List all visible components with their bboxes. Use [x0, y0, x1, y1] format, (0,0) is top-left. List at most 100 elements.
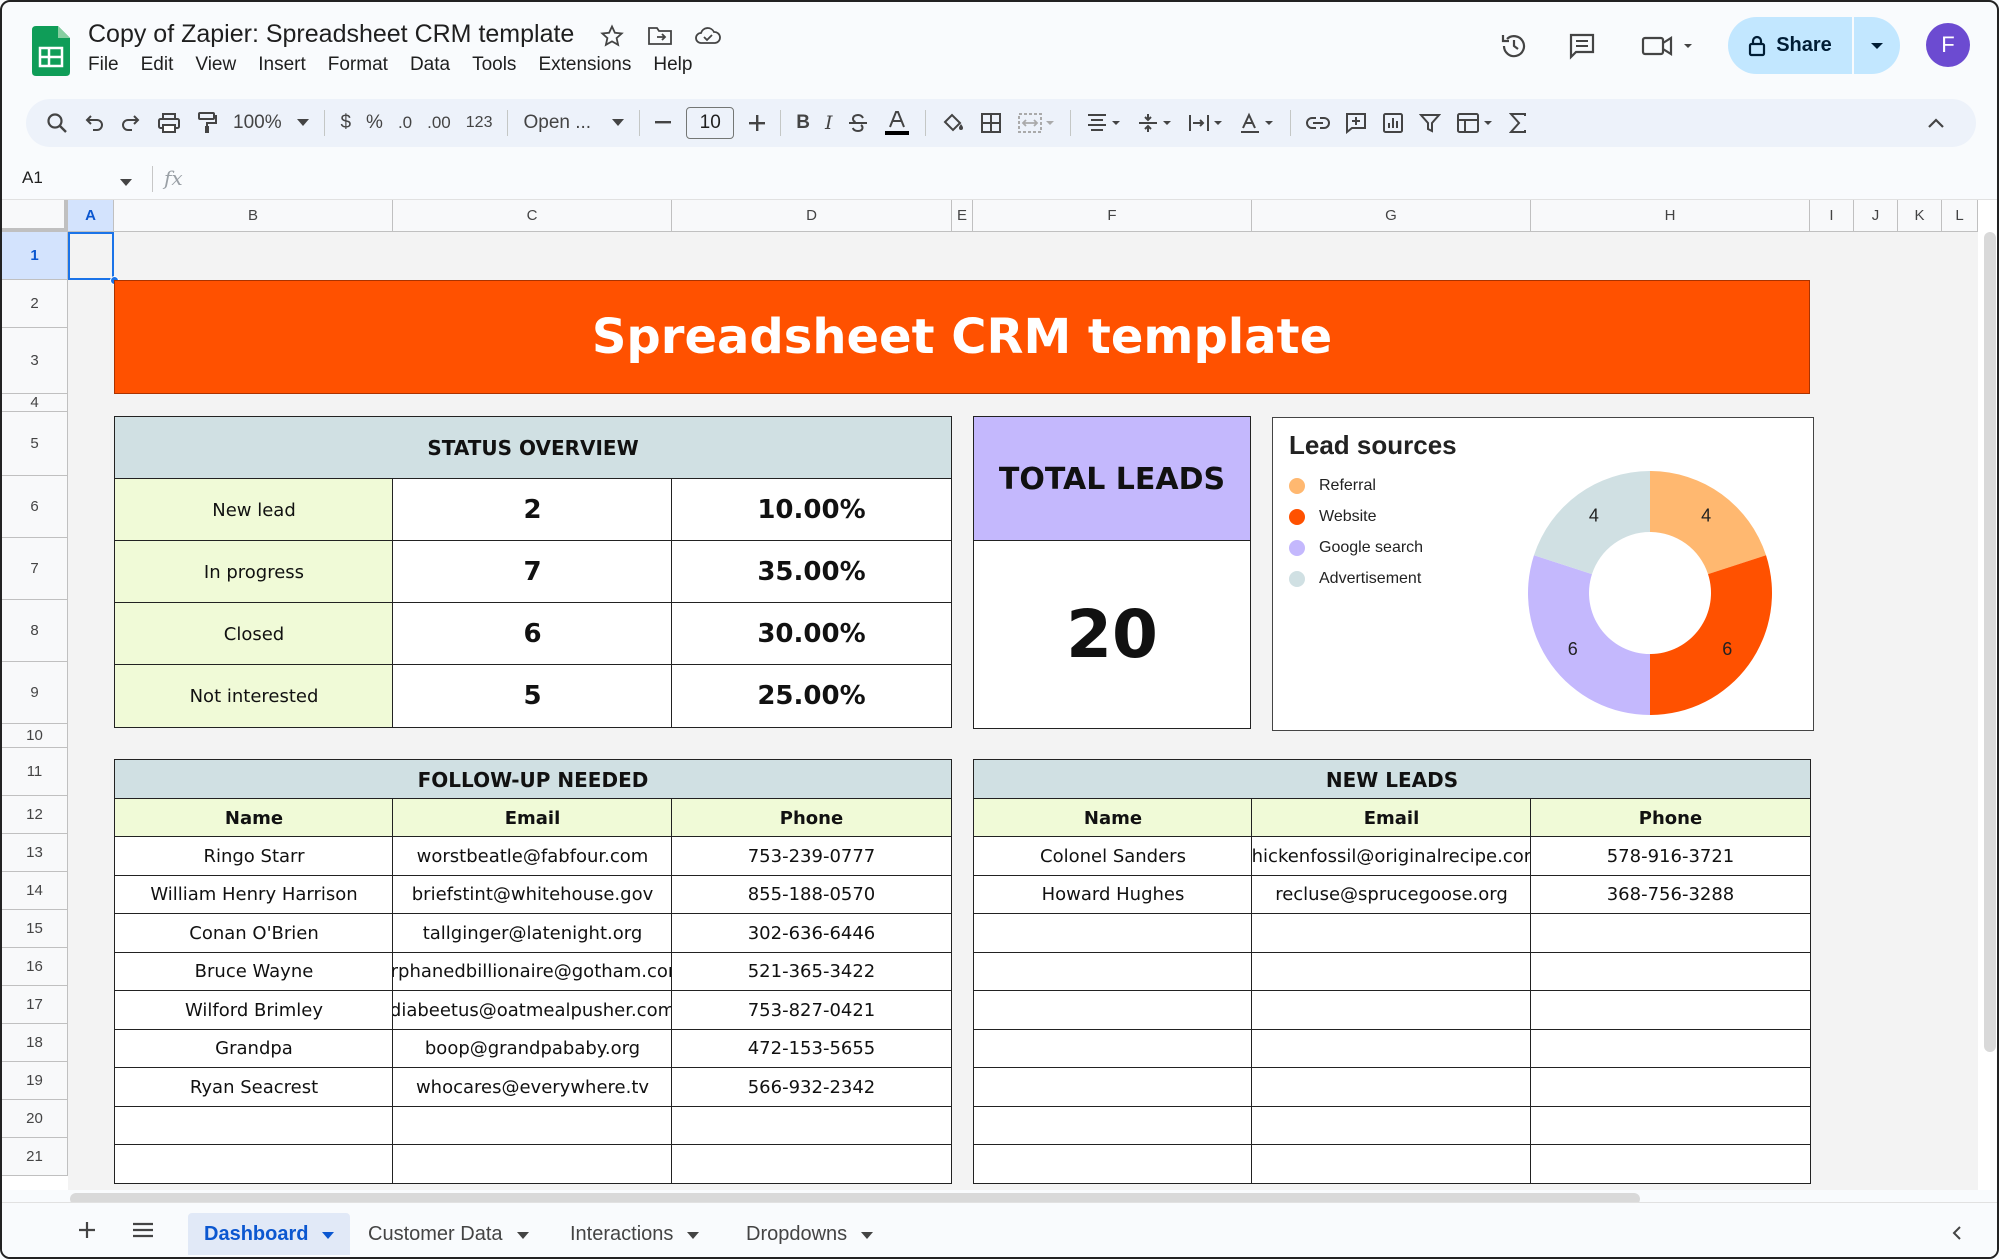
table-cell[interactable]: 302-636-6446	[671, 913, 952, 953]
text-wrapping-icon[interactable]	[1188, 99, 1224, 147]
more-formats-button[interactable]: 123	[466, 99, 493, 147]
decrease-font-size-icon[interactable]	[655, 99, 672, 147]
empty-cell[interactable]	[973, 913, 1253, 953]
currency-format-button[interactable]: $	[340, 99, 351, 147]
font-select[interactable]: Open ...	[523, 99, 625, 147]
meet-icon[interactable]	[1638, 28, 1698, 64]
empty-cell[interactable]	[973, 951, 1253, 992]
sheet-tab[interactable]: Interactions	[570, 1213, 700, 1255]
row-header[interactable]: 7	[2, 538, 68, 600]
empty-cell[interactable]	[1530, 990, 1811, 1030]
row-header[interactable]: 11	[2, 748, 68, 796]
row-header[interactable]: 19	[2, 1062, 68, 1100]
horizontal-align-icon[interactable]	[1086, 99, 1122, 147]
column-header[interactable]: F	[973, 200, 1252, 232]
menu-file[interactable]: File	[88, 54, 119, 76]
table-cell[interactable]: boop@grandpababy.org	[392, 1028, 673, 1069]
table-cell[interactable]: 855-188-0570	[671, 874, 952, 915]
column-header[interactable]: J	[1854, 200, 1898, 232]
menu-help[interactable]: Help	[653, 54, 692, 76]
column-header[interactable]: I	[1810, 200, 1854, 232]
empty-cell[interactable]	[392, 1105, 673, 1146]
empty-cell[interactable]	[1530, 913, 1811, 953]
row-header[interactable]: 17	[2, 986, 68, 1024]
vertical-align-icon[interactable]	[1137, 99, 1173, 147]
document-title[interactable]: Copy of Zapier: Spreadsheet CRM template	[88, 20, 574, 49]
decrease-decimal-button[interactable]: .0	[398, 99, 412, 147]
vertical-scrollbar[interactable]	[1984, 232, 1996, 1052]
column-header[interactable]: C	[393, 200, 672, 232]
row-header[interactable]: 3	[2, 328, 68, 394]
row-header[interactable]: 9	[2, 662, 68, 724]
insert-chart-icon[interactable]	[1382, 99, 1404, 147]
bold-button[interactable]: B	[796, 99, 810, 147]
empty-cell[interactable]	[973, 1067, 1253, 1107]
insert-link-icon[interactable]	[1306, 99, 1331, 147]
empty-cell[interactable]	[1251, 990, 1532, 1030]
menu-data[interactable]: Data	[410, 54, 450, 76]
column-header[interactable]: D	[672, 200, 952, 232]
row-header[interactable]: 13	[2, 834, 68, 872]
move-to-folder-icon[interactable]	[646, 22, 674, 50]
row-header[interactable]: 14	[2, 872, 68, 910]
select-all-corner[interactable]	[2, 200, 68, 232]
empty-cell[interactable]	[1251, 951, 1532, 992]
fill-color-icon[interactable]	[941, 99, 965, 147]
empty-cell[interactable]	[973, 1028, 1253, 1069]
sheets-logo-icon[interactable]	[32, 26, 70, 76]
merge-cells-icon[interactable]	[1017, 99, 1055, 147]
name-box[interactable]: A1	[22, 168, 43, 188]
table-cell[interactable]: 472-153-5655	[671, 1028, 952, 1069]
donut-slice[interactable]	[1528, 555, 1650, 715]
caret-down-icon[interactable]	[516, 1223, 529, 1246]
table-cell[interactable]: Ryan Seacrest	[114, 1067, 394, 1107]
zoom-select[interactable]: 100%	[233, 99, 310, 147]
row-header[interactable]: 2	[2, 280, 68, 328]
menu-tools[interactable]: Tools	[472, 54, 516, 76]
star-icon[interactable]	[598, 22, 626, 50]
empty-cell[interactable]	[973, 1105, 1253, 1146]
table-cell[interactable]: 753-827-0421	[671, 990, 952, 1030]
table-cell[interactable]: 566-932-2342	[671, 1067, 952, 1107]
column-header[interactable]: H	[1531, 200, 1810, 232]
version-history-icon[interactable]	[1496, 28, 1532, 64]
table-cell[interactable]: orphanedbillionaire@gotham.com	[392, 951, 673, 992]
increase-font-size-icon[interactable]	[749, 99, 766, 147]
column-header[interactable]: B	[114, 200, 393, 232]
table-cell[interactable]: William Henry Harrison	[114, 874, 394, 915]
empty-cell[interactable]	[671, 1144, 952, 1184]
share-button[interactable]: Share	[1728, 17, 1852, 74]
italic-button[interactable]: I	[825, 99, 833, 147]
comments-icon[interactable]	[1564, 28, 1600, 64]
avatar[interactable]: F	[1926, 23, 1970, 67]
table-cell[interactable]: recluse@sprucegoose.org	[1251, 874, 1532, 915]
empty-cell[interactable]	[973, 1144, 1253, 1184]
cloud-saved-icon[interactable]	[694, 22, 722, 50]
text-rotation-icon[interactable]	[1239, 99, 1275, 147]
empty-cell[interactable]	[114, 1144, 394, 1184]
row-header[interactable]: 1	[2, 232, 68, 280]
menu-view[interactable]: View	[195, 54, 236, 76]
row-header[interactable]: 16	[2, 948, 68, 986]
filter-icon[interactable]	[1419, 99, 1442, 147]
table-cell[interactable]: 521-365-3422	[671, 951, 952, 992]
table-cell[interactable]: tallginger@latenight.org	[392, 913, 673, 953]
row-header[interactable]: 21	[2, 1138, 68, 1176]
collapse-sidebar-icon[interactable]	[1952, 1225, 1962, 1246]
row-header[interactable]: 8	[2, 600, 68, 662]
column-header[interactable]: K	[1898, 200, 1942, 232]
column-header[interactable]: A	[68, 200, 114, 232]
table-cell[interactable]: Colonel Sanders	[973, 836, 1253, 876]
table-cell[interactable]: chickenfossil@originalrecipe.com	[1251, 836, 1532, 876]
borders-icon[interactable]	[980, 99, 1002, 147]
share-dropdown[interactable]	[1854, 17, 1900, 74]
caret-down-icon[interactable]	[861, 1223, 874, 1246]
empty-cell[interactable]	[1530, 1105, 1811, 1146]
empty-cell[interactable]	[1251, 1105, 1532, 1146]
print-icon[interactable]	[157, 99, 181, 147]
column-header[interactable]: E	[952, 200, 973, 232]
table-cell[interactable]: Bruce Wayne	[114, 951, 394, 992]
empty-cell[interactable]	[671, 1105, 952, 1146]
menu-extensions[interactable]: Extensions	[538, 54, 631, 76]
undo-icon[interactable]	[83, 99, 105, 147]
